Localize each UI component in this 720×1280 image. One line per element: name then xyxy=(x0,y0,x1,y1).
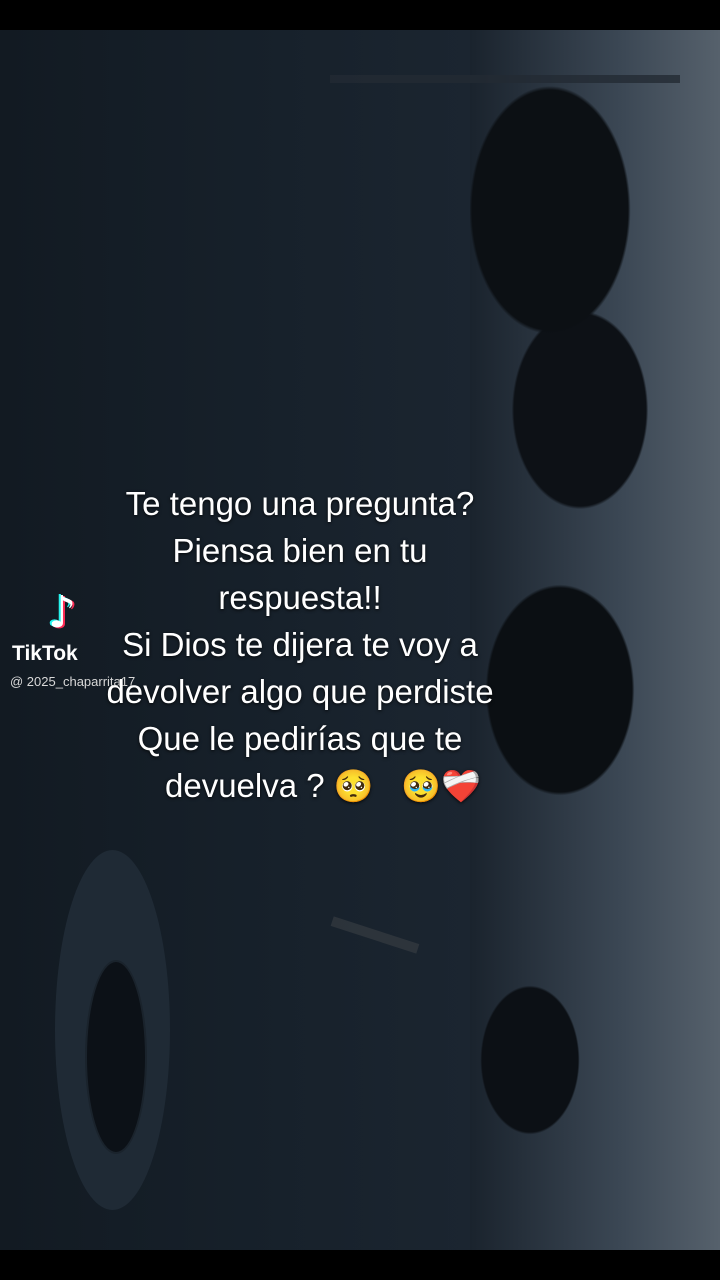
video-caption: Te tengo una pregunta? Piensa bien en tu… xyxy=(40,480,560,810)
mending-heart-emoji: ❤️‍🩹 xyxy=(441,768,481,804)
pleading-face-emoji: 🥺 xyxy=(333,768,374,804)
utility-pole xyxy=(330,75,680,83)
caption-line: devolver algo que perdiste xyxy=(106,673,494,710)
caption-line: Te tengo una pregunta? xyxy=(125,485,475,522)
holding-back-tears-emoji: 🥹 xyxy=(401,768,441,804)
caption-last-text: devuelva ? xyxy=(165,767,325,804)
caption-line: Si Dios te dijera te voy a xyxy=(122,626,478,663)
caption-line: respuesta!! xyxy=(218,579,382,616)
caption-line: Piensa bien en tu xyxy=(172,532,428,569)
caption-line: Que le pedirías que te xyxy=(137,720,463,757)
caption-last-line: devuelva ? 🥺 🥹❤️‍🩹 xyxy=(40,762,560,810)
manhole-cover xyxy=(85,960,147,1154)
